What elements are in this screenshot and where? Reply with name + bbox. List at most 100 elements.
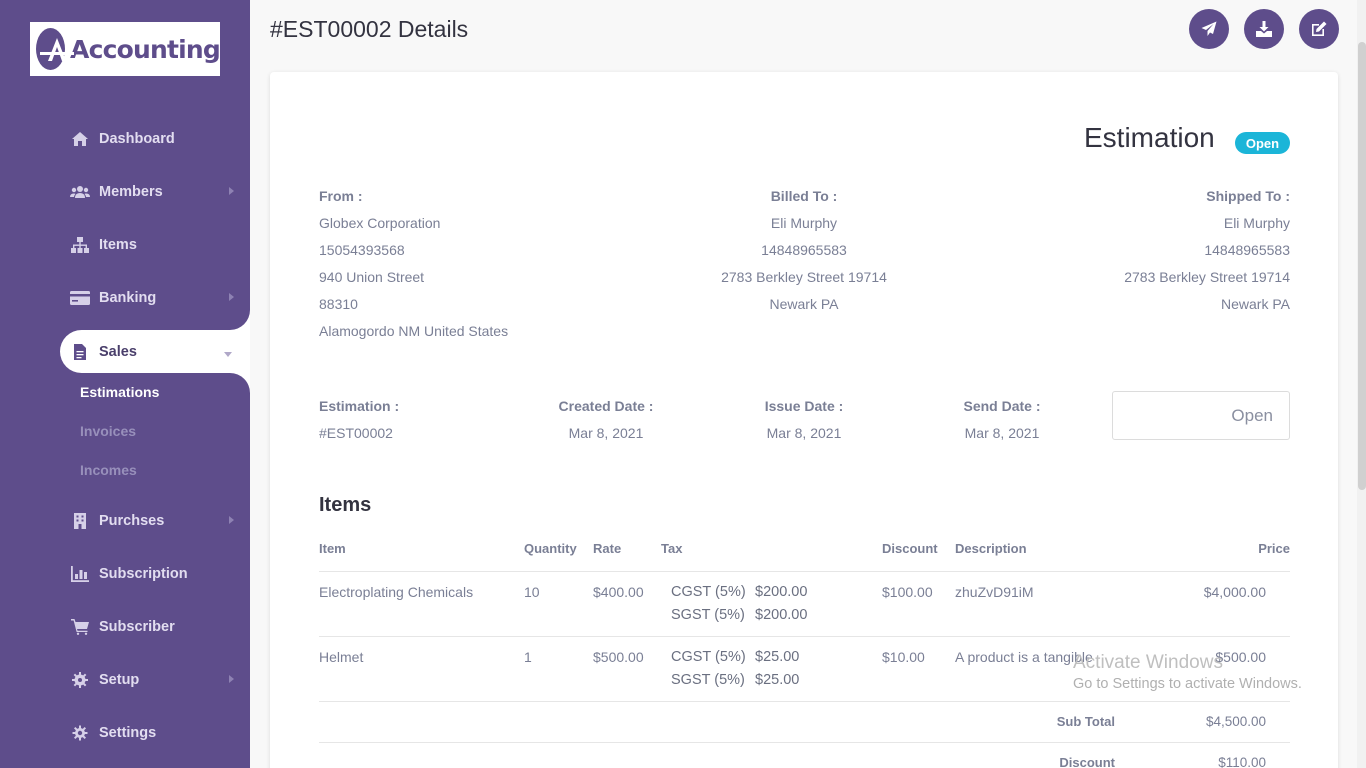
sidebar-item-setup[interactable]: Setup: [60, 659, 250, 701]
row-item: Helmet: [319, 649, 364, 665]
send-button[interactable]: [1189, 9, 1229, 49]
items-section-title: Items: [319, 494, 372, 516]
gear-icon: [70, 725, 90, 741]
active-curve-top: [230, 310, 250, 330]
chart-icon: [70, 566, 90, 582]
row-tax-amount: $200.00: [755, 584, 808, 600]
cart-icon: [70, 619, 90, 635]
billed-to-line: Eli Murphy: [770, 215, 838, 231]
billed-to-line: Newark PA: [769, 296, 839, 312]
sidebar-item-label: Sales: [99, 343, 137, 360]
status-select[interactable]: Open: [1112, 391, 1290, 440]
sidebar-item-label: Items: [99, 237, 137, 253]
column-header-description: Description: [955, 541, 1027, 556]
discount-total-label: Discount: [1059, 755, 1115, 768]
created-date-value: Mar 8, 2021: [568, 425, 644, 441]
row-item: Electroplating Chemicals: [319, 584, 474, 600]
shipped-to-line: 2783 Berkley Street 19714: [1124, 269, 1290, 285]
sidebar-item-subscription[interactable]: Subscription: [60, 553, 250, 595]
from-line: Globex Corporation: [319, 215, 441, 231]
from-label: From :: [319, 188, 363, 204]
logo-text: Accounting: [70, 34, 221, 64]
billed-to-line: 2783 Berkley Street 19714: [721, 269, 887, 285]
estimation-number-value: #EST00002: [319, 425, 393, 441]
row-discount: $10.00: [882, 649, 925, 665]
sidebar-item-label: Dashboard: [99, 131, 175, 147]
row-quantity: 1: [524, 649, 532, 665]
row-tax-name: CGST (5%): [671, 584, 746, 600]
estimation-number-label: Estimation :: [319, 398, 400, 414]
send-date-value: Mar 8, 2021: [964, 425, 1040, 441]
discount-total-value: $110.00: [1218, 755, 1266, 768]
sidebar-item-label: Settings: [99, 725, 157, 741]
table-divider: [319, 636, 1290, 637]
row-tax-name: SGST (5%): [671, 672, 745, 688]
file-icon: [70, 343, 90, 360]
sidebar-item-label: Banking: [99, 290, 157, 306]
users-icon: [70, 184, 90, 200]
chevron-right-icon: [229, 675, 234, 683]
sidebar-item-label: Purchses: [99, 513, 165, 529]
row-tax-amount: $25.00: [755, 649, 800, 665]
sidebar-subitem-estimations[interactable]: Estimations: [80, 384, 159, 400]
table-divider: [319, 742, 1290, 743]
from-line: Alamogordo NM United States: [319, 323, 509, 339]
sidebar-item-sales[interactable]: Sales: [60, 330, 250, 373]
sidebar-item-dashboard[interactable]: Dashboard: [60, 118, 250, 160]
column-header-tax: Tax: [661, 541, 683, 556]
row-rate: $400.00: [593, 584, 644, 600]
billed-to-label: Billed To :: [770, 188, 838, 204]
sidebar-item-label: Members: [99, 184, 163, 200]
sitemap-icon: [70, 237, 90, 253]
row-tax-amount: $200.00: [755, 607, 808, 623]
shipped-to-line: Eli Murphy: [1223, 215, 1290, 231]
sidebar-item-items[interactable]: Items: [60, 224, 250, 266]
issue-date-value: Mar 8, 2021: [766, 425, 842, 441]
row-description: zhuZvD91iM: [955, 584, 1034, 600]
send-icon: [1201, 21, 1217, 36]
sidebar-item-members[interactable]: Members: [60, 171, 250, 213]
estimation-heading: Estimation: [1084, 122, 1215, 153]
sidebar-item-settings[interactable]: Settings: [60, 712, 250, 754]
billed-to-line: 14848965583: [761, 242, 847, 258]
row-rate: $500.00: [593, 649, 644, 665]
cog-icon: [70, 672, 90, 688]
page-title: #EST00002 Details: [270, 16, 469, 42]
sidebar-subitem-invoices[interactable]: Invoices: [80, 423, 136, 439]
row-price: $4,000.00: [1203, 584, 1266, 600]
sidebar-item-label: Subscriber: [99, 619, 175, 635]
download-button[interactable]: [1244, 9, 1284, 49]
sidebar-item-banking[interactable]: Banking: [60, 277, 250, 319]
sidebar-item-label: Setup: [99, 672, 140, 688]
column-header-rate: Rate: [593, 541, 622, 556]
scrollbar-thumb[interactable]: [1358, 42, 1366, 490]
row-tax-amount: $25.00: [755, 672, 800, 688]
sidebar: Accounting Dashboard Members Items Banki…: [0, 0, 250, 768]
windows-activation-title: Activate Windows: [1073, 652, 1223, 673]
sidebar-item-subscriber[interactable]: Subscriber: [60, 606, 250, 648]
download-icon: [1256, 21, 1272, 37]
shipped-to-line: 14848965583: [1204, 242, 1290, 258]
row-quantity: 10: [524, 584, 540, 600]
issue-date-label: Issue Date :: [764, 398, 844, 414]
created-date-label: Created Date :: [558, 398, 654, 414]
chevron-down-icon: [224, 352, 232, 357]
building-icon: [70, 513, 90, 529]
edit-button[interactable]: [1299, 9, 1339, 49]
from-line: 15054393568: [319, 242, 405, 258]
status-select-value: Open: [1231, 405, 1273, 425]
column-header-price: Price: [1258, 541, 1290, 556]
chevron-right-icon: [229, 187, 234, 195]
row-tax-name: SGST (5%): [671, 607, 745, 623]
column-header-quantity: Quantity: [524, 541, 577, 556]
column-header-item: Item: [319, 541, 346, 556]
app-logo[interactable]: Accounting: [30, 22, 221, 76]
shipped-to-label: Shipped To :: [1206, 188, 1290, 204]
table-divider: [319, 701, 1290, 702]
sidebar-item-purchses[interactable]: Purchses: [60, 500, 250, 542]
credit-card-icon: [70, 290, 90, 306]
column-header-discount: Discount: [882, 541, 938, 556]
sidebar-subitem-incomes[interactable]: Incomes: [80, 462, 137, 478]
active-curve-bottom: [230, 373, 250, 393]
edit-icon: [1312, 21, 1327, 36]
